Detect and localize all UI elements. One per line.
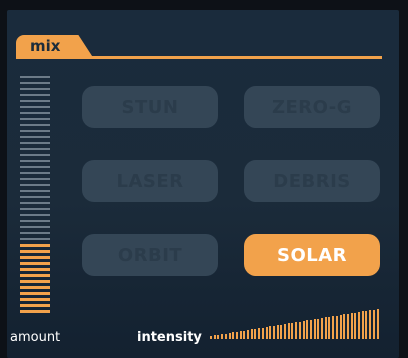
meter-segment [20, 190, 50, 192]
intensity-bar [217, 334, 220, 339]
meter-segment [20, 268, 50, 271]
intensity-bar [280, 324, 283, 339]
meter-segment [20, 310, 50, 313]
solar-button[interactable]: SOLAR [244, 234, 380, 276]
intensity-bar [354, 312, 357, 339]
intensity-bar [210, 336, 212, 339]
mix-tab-label: mix [30, 37, 61, 55]
intensity-bar [369, 310, 372, 339]
meter-segment [20, 196, 50, 198]
tab-underline [16, 56, 382, 59]
meter-segment [20, 184, 50, 186]
meter-segment [20, 82, 50, 84]
meter-segment [20, 202, 50, 204]
meter-segment [20, 136, 50, 138]
intensity-bar [284, 324, 286, 339]
intensity-bar [287, 323, 290, 339]
intensity-bar [235, 331, 238, 339]
stun-button[interactable]: STUN [82, 86, 218, 128]
intensity-bar [350, 313, 353, 339]
meter-segment [20, 178, 50, 180]
meter-segment [20, 226, 50, 228]
intensity-bar [239, 331, 242, 339]
meter-segment [20, 238, 50, 240]
intensity-bar [224, 333, 227, 339]
debris-button[interactable]: DEBRIS [244, 160, 380, 202]
intensity-bar [213, 335, 216, 339]
intensity-bar [265, 327, 268, 339]
intensity-bar [228, 333, 231, 339]
meter-segment [20, 232, 50, 234]
meter-segment [20, 304, 50, 307]
amount-label: amount [10, 330, 61, 345]
orbit-button[interactable]: ORBIT [82, 234, 218, 276]
amount-meter[interactable] [20, 76, 50, 316]
intensity-bar [361, 311, 364, 339]
meter-segment [20, 118, 50, 120]
intensity-bar [324, 317, 327, 339]
meter-segment [20, 280, 50, 283]
intensity-bar [335, 315, 338, 339]
zero-g-button[interactable]: ZERO-G [244, 86, 380, 128]
laser-button[interactable]: LASER [82, 160, 218, 202]
intensity-bar [232, 332, 235, 339]
meter-segment [20, 154, 50, 156]
meter-segment [20, 100, 50, 102]
intensity-bar [250, 329, 253, 339]
intensity-bar [258, 328, 261, 339]
meter-segment [20, 148, 50, 150]
intensity-bar [247, 330, 249, 339]
meter-segment [20, 88, 50, 90]
intensity-bar [317, 318, 320, 339]
meter-segment [20, 274, 50, 277]
intensity-bar [339, 315, 342, 339]
meter-segment [20, 124, 50, 126]
meter-segment [20, 130, 50, 132]
intensity-slider[interactable] [210, 309, 382, 339]
meter-segment [20, 250, 50, 253]
intensity-bar [291, 322, 294, 339]
intensity-bar [328, 316, 331, 339]
intensity-bar [346, 313, 349, 339]
meter-segment [20, 298, 50, 301]
intensity-bar [343, 314, 346, 339]
meter-segment [20, 220, 50, 222]
meter-segment [20, 94, 50, 96]
intensity-bar [332, 316, 335, 339]
meter-segment [20, 166, 50, 168]
intensity-bar [365, 310, 368, 339]
meter-segment [20, 286, 50, 289]
meter-segment [20, 256, 50, 259]
meter-segment [20, 112, 50, 114]
intensity-bar [309, 319, 312, 339]
meter-segment [20, 262, 50, 265]
intensity-bar [321, 318, 323, 339]
plugin-frame: mix STUN ZERO-G LASER DEBRIS ORBIT SOLAR… [0, 0, 408, 358]
intensity-bar [295, 322, 298, 339]
intensity-bar [243, 330, 246, 339]
meter-segment [20, 292, 50, 295]
intensity-bar [358, 312, 360, 339]
intensity-bar [272, 325, 275, 339]
intensity-bar [376, 309, 379, 339]
meter-segment [20, 244, 50, 247]
intensity-bar [313, 319, 316, 339]
meter-segment [20, 214, 50, 216]
intensity-bar [372, 309, 375, 339]
meter-segment [20, 76, 50, 78]
meter-segment [20, 172, 50, 174]
intensity-bar [254, 328, 257, 339]
intensity-bar [302, 321, 305, 339]
intensity-bar [261, 327, 264, 339]
meter-segment [20, 106, 50, 108]
meter-segment [20, 160, 50, 162]
intensity-bar [221, 334, 224, 339]
intensity-bar [306, 320, 309, 339]
intensity-bar [276, 325, 279, 339]
intensity-bar [269, 326, 272, 339]
meter-segment [20, 142, 50, 144]
meter-segment [20, 208, 50, 210]
intensity-bar [298, 321, 301, 339]
intensity-label: intensity [137, 330, 202, 345]
